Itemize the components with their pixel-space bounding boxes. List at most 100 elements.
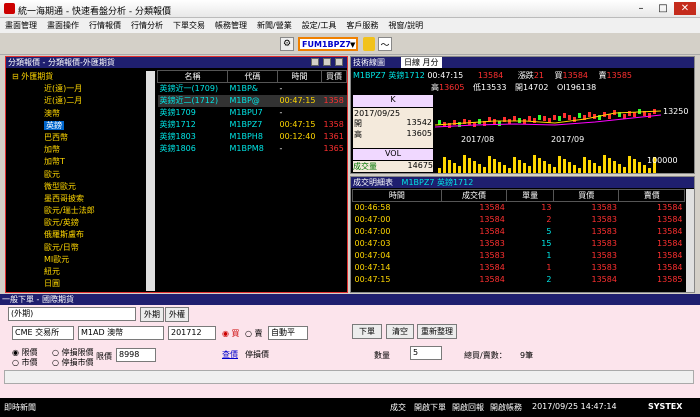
tree-item[interactable]: MI歐元: [8, 254, 146, 266]
table-row[interactable]: 00:47:00 13584 5 13583 13584: [353, 226, 685, 238]
table-row[interactable]: 英鎊1712 M1BPZ7 00:47:15 1358: [158, 119, 347, 131]
status-item[interactable]: 開啟下單: [414, 402, 446, 413]
tab-foreign-options[interactable]: 外權: [165, 307, 189, 322]
tick-scrollbar[interactable]: [686, 189, 694, 292]
table-row[interactable]: 00:47:03 13583 15 13583 13584: [353, 238, 685, 250]
candle: [628, 111, 631, 116]
dropdown-icon[interactable]: ▼: [350, 41, 355, 49]
panel-config-icon[interactable]: [323, 58, 331, 66]
col-header[interactable]: 單量: [506, 189, 554, 202]
menu-item[interactable]: 客戶服務: [341, 18, 383, 33]
news-ticker[interactable]: 即時新聞: [4, 402, 36, 413]
minimize-button[interactable]: –: [630, 2, 652, 15]
tree-item[interactable]: 巴西幣: [8, 132, 146, 144]
maximize-button[interactable]: □: [652, 2, 674, 15]
symbol-input[interactable]: FUM1BPZ7: [298, 37, 358, 51]
tree-item[interactable]: 俄羅斯盧布: [8, 229, 146, 241]
tree-item[interactable]: 加幣T: [8, 156, 146, 168]
submit-order-button[interactable]: 下單: [352, 324, 382, 339]
qty-label: 數量: [374, 351, 390, 360]
panel-close-icon[interactable]: [335, 58, 343, 66]
tree-item[interactable]: ⊟ 外匯期貨: [8, 71, 146, 83]
status-item[interactable]: 開啟帳務: [490, 402, 522, 413]
status-item[interactable]: 成交: [390, 402, 406, 413]
col-header[interactable]: 時間: [277, 70, 322, 83]
tree-scrollbar[interactable]: [146, 71, 155, 291]
query-price-link[interactable]: 查價: [222, 349, 238, 360]
table-row[interactable]: 00:46:58 13584 13 13583 13584: [353, 202, 685, 214]
market-radio[interactable]: ○ 市價: [12, 357, 38, 368]
menu-item[interactable]: 視窗/說明: [383, 18, 428, 33]
tree-item[interactable]: 墨西哥披索: [8, 193, 146, 205]
panel-menu-icon[interactable]: [311, 58, 319, 66]
table-row[interactable]: 00:47:00 13584 2 13583 13584: [353, 214, 685, 226]
tree-item[interactable]: 歐元: [8, 169, 146, 181]
clear-button[interactable]: 清空: [386, 324, 414, 339]
vol-info: 成交量 14675: [353, 161, 433, 172]
volume-bar: [463, 155, 466, 173]
price-input[interactable]: 8998: [116, 348, 156, 362]
chart-info-line1: M1BPZ7 英鎊1712 00:47:15 13584 漲跌21 買13584…: [353, 71, 632, 80]
auto-offset-select[interactable]: 自動平: [268, 326, 308, 340]
menu-item[interactable]: 畫面管理: [0, 18, 42, 33]
col-header[interactable]: 買價: [552, 189, 620, 202]
close-button[interactable]: ✕: [674, 2, 696, 15]
table-row[interactable]: 00:47:14 13584 1 13583 13584: [353, 262, 685, 274]
table-row[interactable]: 英鎊1806 M1BPM8-1365: [158, 143, 347, 155]
tick-table: 時間 成交價 單量 買價 賣價 00:46:58 13584 13 13583 13584 00…: [352, 189, 685, 286]
tree-item[interactable]: 近(遠)一月: [8, 83, 146, 95]
tree-item[interactable]: 澳幣: [8, 108, 146, 120]
volume-bar: [648, 168, 651, 173]
menu-item[interactable]: 帳務管理: [210, 18, 252, 33]
sell-radio[interactable]: ○ 賣: [245, 328, 263, 339]
col-header[interactable]: 成交價: [440, 189, 508, 202]
stop-market-radio[interactable]: ○ 停損市價: [52, 357, 94, 368]
account-select[interactable]: (外期): [8, 307, 136, 321]
tree-item-selected[interactable]: 英鎊: [8, 120, 146, 132]
contract-select[interactable]: M1AD 澳幣: [78, 326, 164, 340]
menu-item[interactable]: 設定/工具: [297, 18, 342, 33]
table-row[interactable]: 00:47:04 13583 1 13583 13584: [353, 250, 685, 262]
period-select[interactable]: 日線 月分: [401, 57, 442, 68]
tree-item[interactable]: 歐元/日幣: [8, 242, 146, 254]
tree-item[interactable]: 加幣: [8, 144, 146, 156]
exchange-select[interactable]: CME 交易所: [12, 326, 74, 340]
table-row[interactable]: 英鎊近一(1709) M1BP& -: [158, 83, 347, 95]
col-header[interactable]: 名稱: [157, 70, 228, 83]
order-panel: 一般下單 - 國際期貨 (外期) 外期 外權 CME 交易所 M1AD 澳幣 2…: [0, 294, 700, 398]
menu-item[interactable]: 畫面操作: [42, 18, 84, 33]
tree-item[interactable]: 日圓: [8, 278, 146, 290]
tree-item[interactable]: 歐元/瑞士法郎: [8, 205, 146, 217]
menu-item[interactable]: 行情分析: [126, 18, 168, 33]
refresh-button[interactable]: 重新整理: [417, 324, 457, 339]
tree-item[interactable]: 近(遠)二月: [8, 95, 146, 107]
tree-item[interactable]: 歐元/英鎊: [8, 217, 146, 229]
col-header[interactable]: 時間: [352, 189, 442, 202]
tab-foreign-futures[interactable]: 外期: [140, 307, 164, 322]
menu-item[interactable]: 行情報價: [84, 18, 126, 33]
volume-bar: [538, 158, 541, 173]
wrench-icon[interactable]: ⚙: [280, 37, 294, 51]
col-header[interactable]: 代碼: [227, 70, 278, 83]
table-row[interactable]: 英鎊1803 M1BPH8 00:12:40 1361: [158, 131, 347, 143]
tree-item[interactable]: 微型歐元: [8, 181, 146, 193]
qty-input[interactable]: 5: [410, 346, 442, 360]
chart-icon[interactable]: 〜: [378, 37, 392, 51]
window-title: 統一海期通 - 快速看盤分析 - 分類報價: [18, 7, 171, 17]
candle: [633, 112, 636, 117]
volume-bar: [468, 158, 471, 173]
month-select[interactable]: 201712: [168, 326, 216, 340]
candle: [648, 113, 651, 118]
menu-item[interactable]: 新聞/營業: [252, 18, 297, 33]
col-header[interactable]: 賣價: [618, 189, 685, 202]
title-bar: 統一海期通 - 快速看盤分析 - 分類報價 – □ ✕: [0, 0, 700, 18]
table-row[interactable]: 00:47:15 13584 2 13584 13585: [353, 274, 685, 286]
buy-radio[interactable]: ◉ 買: [222, 328, 240, 339]
tree-item[interactable]: 紐元: [8, 266, 146, 278]
table-row-selected[interactable]: 英鎊近二(1712) M1BP@ 00:47:15 1358: [157, 94, 347, 107]
table-row[interactable]: 英鎊1709 M1BPU7-: [158, 107, 347, 119]
status-item[interactable]: 開啟回報: [452, 402, 484, 413]
menu-item[interactable]: 下單交易: [168, 18, 210, 33]
col-header[interactable]: 買價: [321, 70, 347, 83]
lock-icon[interactable]: [363, 37, 375, 51]
